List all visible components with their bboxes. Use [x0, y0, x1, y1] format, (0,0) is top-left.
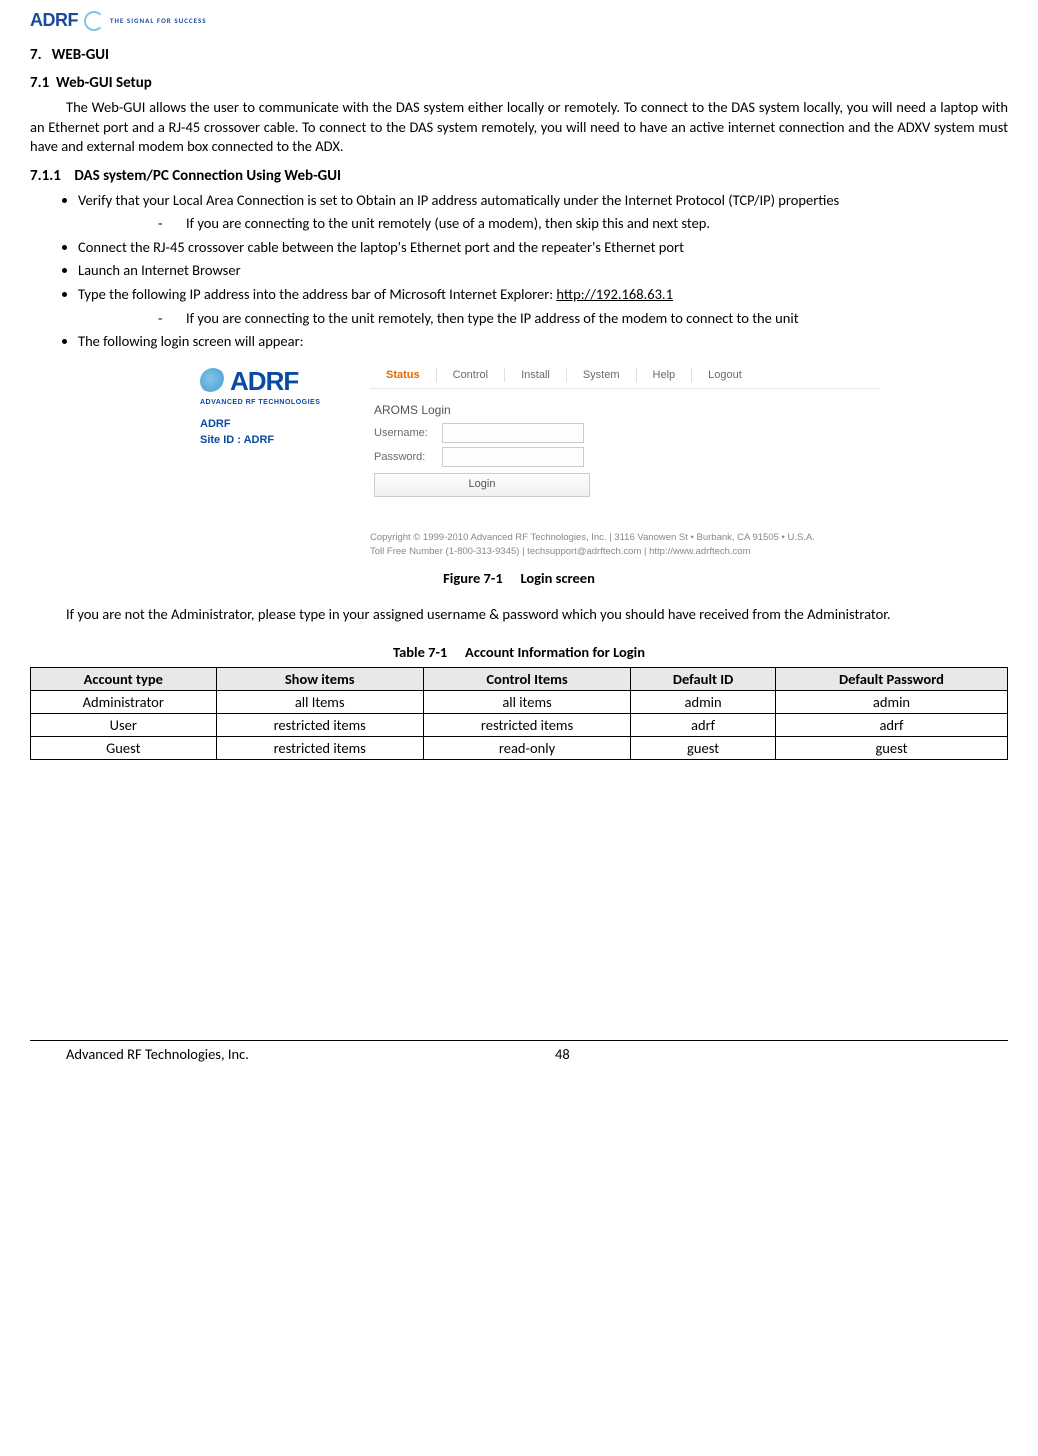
list-text: Type the following IP address into the a…	[78, 285, 556, 303]
username-input[interactable]	[442, 423, 584, 443]
login-form: AROMS Login Username: Password: Login	[374, 403, 880, 497]
tab-status[interactable]: Status	[370, 368, 437, 382]
logo-swirl-icon	[84, 11, 104, 31]
th-default-password: Default Password	[775, 667, 1007, 690]
subsubsection-heading: 7.1.1 DAS system/PC Connection Using Web…	[30, 167, 1008, 185]
cell: Administrator	[31, 690, 217, 713]
page-header: ADRF THE SIGNAL FOR SUCCESS	[30, 10, 1008, 31]
logo-tagline: THE SIGNAL FOR SUCCESS	[110, 16, 207, 25]
login-button[interactable]: Login	[374, 473, 590, 497]
tab-help[interactable]: Help	[637, 368, 693, 382]
footer-company: Advanced RF Technologies, Inc.	[30, 1045, 555, 1063]
list-item: Connect the RJ-45 crossover cable betwee…	[78, 238, 1008, 258]
password-label: Password:	[374, 451, 442, 463]
login-footer-line2: Toll Free Number (1-800-313-9345) | tech…	[370, 545, 880, 559]
cell: read-only	[423, 736, 630, 759]
table-caption: Table 7-1 Account Information for Login	[30, 643, 1008, 661]
login-id-block: ADRF Site ID : ADRF	[200, 416, 360, 449]
th-control-items: Control Items	[423, 667, 630, 690]
cell: Guest	[31, 736, 217, 759]
list-item: Launch an Internet Browser	[78, 261, 1008, 281]
login-screenshot: ADRF ADVANCED RF TECHNOLOGIES ADRF Site …	[200, 362, 880, 560]
list-subitem: If you are connecting to the unit remote…	[158, 309, 1008, 329]
cell: all items	[423, 690, 630, 713]
login-id-line: ADRF	[200, 416, 360, 433]
cell: restricted items	[216, 736, 423, 759]
login-logo-subtext: ADVANCED RF TECHNOLOGIES	[200, 399, 360, 406]
tab-system[interactable]: System	[567, 368, 637, 382]
cell: admin	[775, 690, 1007, 713]
list-item: Verify that your Local Area Connection i…	[78, 191, 1008, 234]
login-logo-text: ADRF	[230, 366, 298, 397]
login-siteid-line: Site ID : ADRF	[200, 432, 360, 449]
logo-text: ADRF	[30, 10, 78, 31]
instruction-list: Verify that your Local Area Connection i…	[78, 191, 1008, 352]
login-left-panel: ADRF ADVANCED RF TECHNOLOGIES ADRF Site …	[200, 362, 360, 449]
login-tabbar: Status Control Install System Help Logou…	[370, 362, 880, 389]
subsubsection-title: DAS system/PC Connection Using Web-GUI	[74, 167, 341, 185]
cell: adrf	[631, 713, 776, 736]
subsubsection-number: 7.1.1	[30, 167, 61, 185]
login-logo: ADRF ADVANCED RF TECHNOLOGIES	[200, 362, 360, 406]
th-default-id: Default ID	[631, 667, 776, 690]
th-show-items: Show items	[216, 667, 423, 690]
cell: restricted items	[216, 713, 423, 736]
cell: guest	[775, 736, 1007, 759]
table-row: Administrator all Items all items admin …	[31, 690, 1008, 713]
username-row: Username:	[374, 423, 880, 443]
tab-install[interactable]: Install	[505, 368, 567, 382]
footer-page-number: 48	[555, 1045, 1038, 1063]
login-form-title: AROMS Login	[374, 403, 880, 417]
table-row: User restricted items restricted items a…	[31, 713, 1008, 736]
tab-logout[interactable]: Logout	[692, 368, 758, 382]
cell: adrf	[775, 713, 1007, 736]
cell: guest	[631, 736, 776, 759]
login-footer-line1: Copyright © 1999-2010 Advanced RF Techno…	[370, 531, 880, 545]
logo-swirl-icon	[200, 368, 226, 394]
cell: all Items	[216, 690, 423, 713]
list-item: Type the following IP address into the a…	[78, 285, 1008, 328]
page-footer: Advanced RF Technologies, Inc. 48	[30, 1040, 1008, 1063]
cell: User	[31, 713, 217, 736]
login-footer: Copyright © 1999-2010 Advanced RF Techno…	[370, 531, 880, 560]
password-row: Password:	[374, 447, 880, 467]
table-row: Guest restricted items read-only guest g…	[31, 736, 1008, 759]
account-table: Account type Show items Control Items De…	[30, 667, 1008, 760]
tab-control[interactable]: Control	[437, 368, 505, 382]
th-account-type: Account type	[31, 667, 217, 690]
table-header-row: Account type Show items Control Items De…	[31, 667, 1008, 690]
section-title: WEB-GUI	[52, 46, 109, 64]
password-input[interactable]	[442, 447, 584, 467]
list-text: Verify that your Local Area Connection i…	[78, 191, 839, 209]
list-subitem: If you are connecting to the unit remote…	[158, 214, 1008, 234]
section-number: 7.	[30, 46, 42, 64]
username-label: Username:	[374, 427, 442, 439]
subsection-number: 7.1	[30, 74, 49, 92]
login-right-panel: Status Control Install System Help Logou…	[370, 362, 880, 497]
section-heading: 7. WEB-GUI	[30, 46, 1008, 64]
list-item: The following login screen will appear:	[78, 332, 1008, 352]
cell: restricted items	[423, 713, 630, 736]
figure-caption: Figure 7-1 Login screen	[30, 569, 1008, 587]
ip-url: http://192.168.63.1	[556, 285, 673, 303]
intro-paragraph: The Web-GUI allows the user to communica…	[30, 98, 1008, 157]
post-figure-paragraph: If you are not the Administrator, please…	[30, 605, 1008, 625]
subsection-title: Web-GUI Setup	[56, 74, 152, 92]
cell: admin	[631, 690, 776, 713]
subsection-heading: 7.1 Web-GUI Setup	[30, 74, 1008, 92]
